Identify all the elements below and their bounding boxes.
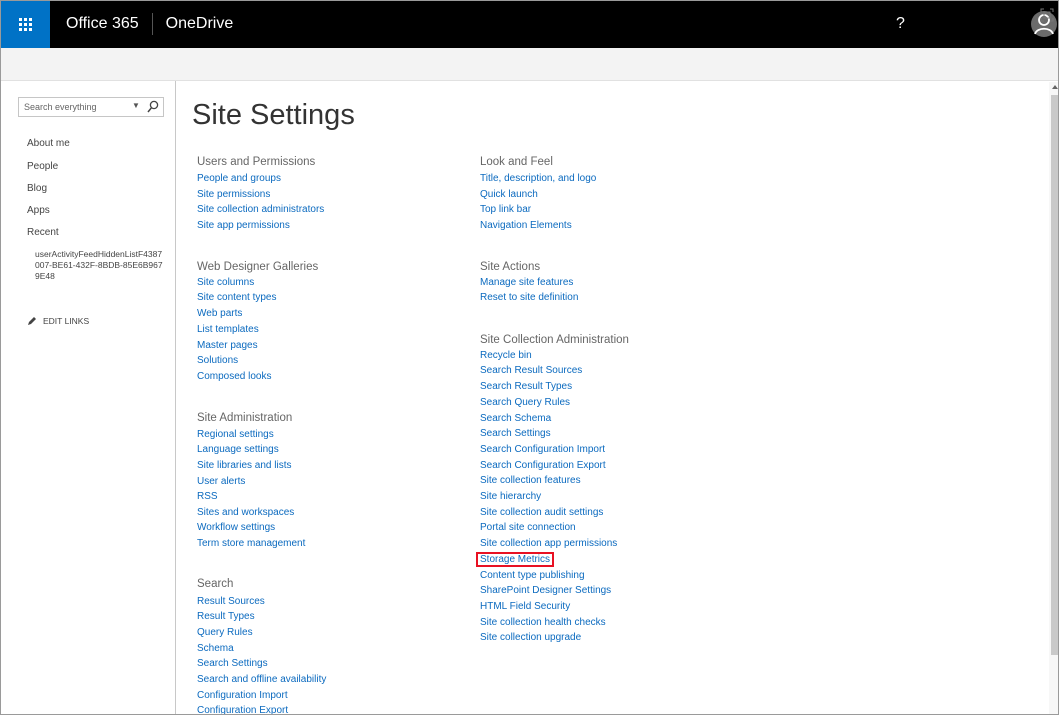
link-search-configuration-import[interactable]: Search Configuration Import — [480, 444, 605, 455]
link-site-collection-health-checks[interactable]: Site collection health checks — [480, 617, 606, 628]
link-search-query-rules[interactable]: Search Query Rules — [480, 397, 570, 408]
link-search-result-types[interactable]: Search Result Types — [480, 381, 572, 392]
link-people-and-groups[interactable]: People and groups — [197, 173, 281, 184]
link-schema[interactable]: Schema — [197, 643, 234, 654]
search-box: ▼ — [18, 97, 164, 117]
link-sites-and-workspaces[interactable]: Sites and workspaces — [197, 507, 294, 518]
link-site-collection-administrators[interactable]: Site collection administrators — [197, 204, 324, 215]
link-site-hierarchy[interactable]: Site hierarchy — [480, 491, 541, 502]
link-manage-site-features[interactable]: Manage site features — [480, 277, 573, 288]
link-result-types[interactable]: Result Types — [197, 611, 255, 622]
link-top-link-bar[interactable]: Top link bar — [480, 204, 531, 215]
link-list-templates[interactable]: List templates — [197, 324, 259, 335]
link-navigation-elements[interactable]: Navigation Elements — [480, 220, 572, 231]
recent-item-activity-feed[interactable]: userActivityFeedHiddenListF4387007-BE61-… — [35, 249, 165, 282]
nav-item-blog[interactable]: Blog — [27, 183, 47, 194]
link-user-alerts[interactable]: User alerts — [197, 476, 245, 487]
link-search-and-offline-availability[interactable]: Search and offline availability — [197, 674, 326, 685]
link-content-type-publishing[interactable]: Content type publishing — [480, 570, 585, 581]
link-result-sources[interactable]: Result Sources — [197, 596, 265, 607]
scroll-up-arrow-icon[interactable] — [1052, 84, 1058, 90]
link-workflow-settings[interactable]: Workflow settings — [197, 522, 275, 533]
link-search-configuration-export[interactable]: Search Configuration Export — [480, 460, 606, 471]
link-html-field-security[interactable]: HTML Field Security — [480, 601, 570, 612]
link-language-settings[interactable]: Language settings — [197, 444, 279, 455]
link-recycle-bin[interactable]: Recycle bin — [480, 350, 532, 361]
section-title-site-administration: Site Administration — [197, 412, 293, 424]
link-site-columns[interactable]: Site columns — [197, 277, 254, 288]
page-title: Site Settings — [192, 99, 355, 131]
link-composed-looks[interactable]: Composed looks — [197, 371, 271, 382]
section-title-look-and-feel: Look and Feel — [480, 156, 553, 168]
link-sharepoint-designer-settings[interactable]: SharePoint Designer Settings — [480, 585, 611, 596]
suite-divider — [151, 13, 153, 35]
link-title-description-logo[interactable]: Title, description, and logo — [480, 173, 596, 184]
search-scope-dropdown[interactable]: ▼ — [132, 101, 140, 110]
section-title-users-permissions: Users and Permissions — [197, 156, 316, 168]
edit-links-label: EDIT LINKS — [43, 316, 90, 326]
link-site-permissions[interactable]: Site permissions — [197, 189, 270, 200]
link-configuration-import[interactable]: Configuration Import — [197, 690, 288, 701]
link-site-collection-audit-settings[interactable]: Site collection audit settings — [480, 507, 603, 518]
onedrive-link[interactable]: OneDrive — [166, 15, 234, 33]
link-solutions[interactable]: Solutions — [197, 355, 238, 366]
nav-item-about-me[interactable]: About me — [27, 138, 70, 149]
app-launcher-button[interactable] — [0, 0, 50, 48]
section-title-site-collection-administration: Site Collection Administration — [480, 334, 629, 346]
search-icon[interactable] — [147, 100, 159, 114]
link-reset-to-site-definition[interactable]: Reset to site definition — [480, 292, 578, 303]
nav-item-apps[interactable]: Apps — [27, 205, 50, 216]
help-button[interactable]: ? — [896, 15, 905, 33]
pencil-icon — [28, 317, 36, 325]
search-input[interactable] — [24, 100, 124, 114]
link-portal-site-connection[interactable]: Portal site connection — [480, 522, 576, 533]
link-site-content-types[interactable]: Site content types — [197, 292, 277, 303]
link-configuration-export[interactable]: Configuration Export — [197, 705, 288, 716]
link-site-app-permissions[interactable]: Site app permissions — [197, 220, 290, 231]
link-search-settings-collection[interactable]: Search Settings — [480, 428, 551, 439]
ribbon-bar — [0, 48, 1059, 81]
left-navigation: ▼ About me People Blog Apps Recent userA… — [0, 81, 176, 715]
section-title-site-actions: Site Actions — [480, 261, 541, 273]
link-site-collection-app-permissions[interactable]: Site collection app permissions — [480, 538, 617, 549]
edit-links-button[interactable]: EDIT LINKS — [27, 316, 89, 326]
link-search-settings[interactable]: Search Settings — [197, 658, 268, 669]
focus-on-content-icon[interactable] — [1040, 8, 1054, 22]
section-title-search: Search — [197, 578, 234, 590]
link-query-rules[interactable]: Query Rules — [197, 627, 253, 638]
link-master-pages[interactable]: Master pages — [197, 340, 258, 351]
link-regional-settings[interactable]: Regional settings — [197, 429, 274, 440]
link-web-parts[interactable]: Web parts — [197, 308, 242, 319]
link-site-libraries-and-lists[interactable]: Site libraries and lists — [197, 460, 291, 471]
link-site-collection-upgrade[interactable]: Site collection upgrade — [480, 632, 581, 643]
link-search-schema[interactable]: Search Schema — [480, 413, 551, 424]
section-title-web-designer-galleries: Web Designer Galleries — [197, 261, 319, 273]
link-term-store-management[interactable]: Term store management — [197, 538, 305, 549]
waffle-icon — [18, 17, 32, 31]
scrollbar-thumb[interactable] — [1051, 95, 1058, 655]
link-rss[interactable]: RSS — [197, 491, 218, 502]
link-storage-metrics[interactable]: Storage Metrics — [476, 552, 555, 567]
nav-item-recent[interactable]: Recent — [27, 227, 59, 238]
nav-item-people[interactable]: People — [27, 161, 58, 172]
link-site-collection-features[interactable]: Site collection features — [480, 475, 581, 486]
office365-link[interactable]: Office 365 — [66, 15, 139, 33]
link-quick-launch[interactable]: Quick launch — [480, 189, 538, 200]
link-search-result-sources[interactable]: Search Result Sources — [480, 365, 582, 376]
